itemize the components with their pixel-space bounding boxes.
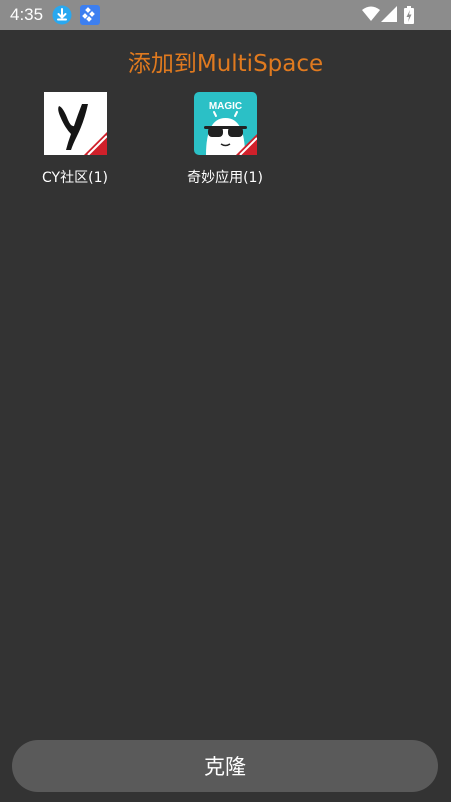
app-notification-icon [80,5,100,25]
status-time: 4:35 [10,5,44,24]
status-bar: 4:35 [0,0,451,30]
download-icon [52,5,72,25]
clone-button[interactable]: 克隆 [12,740,438,792]
app-tile-magic[interactable]: MAGIC 奇妙应用(1) [165,92,285,187]
wifi-icon [362,6,380,21]
signal-icon [381,6,397,22]
app-tile-cy[interactable]: CY社区(1) [15,92,135,187]
magic-app-icon: MAGIC [193,92,257,155]
battery-icon [404,6,414,24]
app-label-cy: CY社区(1) [42,170,108,186]
magic-icon-text: MAGIC [208,101,241,112]
cy-app-icon [43,92,107,155]
app-label-magic: 奇妙应用(1) [187,170,263,186]
page-title: 添加到MultiSpace [127,51,324,77]
